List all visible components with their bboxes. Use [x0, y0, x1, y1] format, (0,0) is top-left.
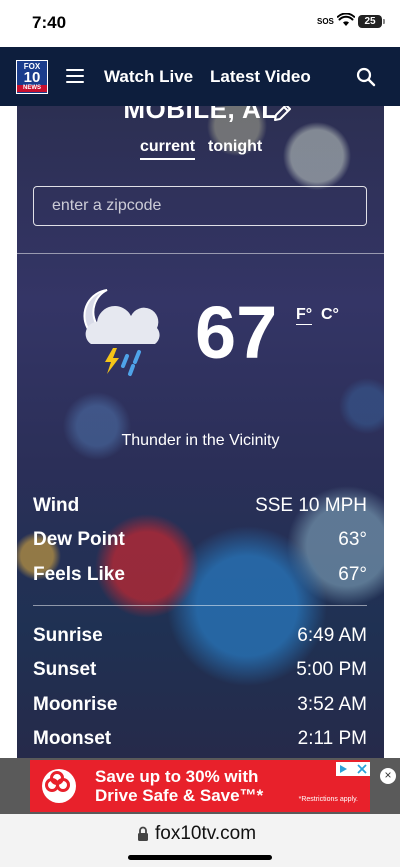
nav-watch-live[interactable]: Watch Live	[104, 67, 193, 87]
row-value: 5:00 PM	[296, 659, 367, 680]
row-label: Moonset	[33, 728, 112, 749]
row-value: 67°	[338, 564, 367, 585]
logo-news-text: NEWS	[17, 85, 47, 92]
insurance-logo-icon	[42, 769, 76, 803]
weather-panel: MOBILE, AL current tonight 67 F° C° Thun…	[17, 106, 384, 758]
row-label: Sunrise	[33, 625, 103, 646]
ad-headline: Save up to 30% with Drive Safe & Save™*	[95, 767, 263, 805]
unit-celsius[interactable]: C°	[321, 306, 339, 324]
sos-indicator: SOS	[317, 17, 334, 26]
astro-row-sunset: Sunset 5:00 PM	[33, 659, 367, 685]
pencil-icon[interactable]	[271, 106, 293, 124]
status-bar: 7:40 SOS 25	[0, 0, 400, 47]
astro-row-moonset: Moonset 2:11 PM	[33, 728, 367, 754]
row-label: Moonrise	[33, 694, 118, 715]
ad-line-1: Save up to 30% with	[95, 767, 259, 786]
adchoices-icon[interactable]	[336, 762, 370, 776]
row-value: 6:49 AM	[297, 625, 367, 646]
search-icon[interactable]	[356, 67, 376, 87]
row-value: 2:11 PM	[297, 728, 367, 749]
tab-current[interactable]: current	[140, 138, 196, 160]
browser-address-bar: fox10tv.com	[0, 814, 400, 867]
condition-row-dew-point: Dew Point 63°	[33, 529, 367, 555]
astro-row-sunrise: Sunrise 6:49 AM	[33, 625, 367, 651]
tab-tonight[interactable]: tonight	[208, 138, 262, 156]
status-time: 7:40	[32, 13, 67, 32]
row-value: 3:52 AM	[297, 694, 367, 715]
row-label: Dew Point	[33, 529, 125, 550]
nav-latest-video[interactable]: Latest Video	[210, 67, 311, 87]
unit-fahrenheit[interactable]: F°	[296, 306, 313, 325]
row-value: SSE 10 MPH	[255, 495, 367, 516]
row-label: Sunset	[33, 659, 97, 680]
ad-bar: Save up to 30% with Drive Safe & Save™* …	[0, 758, 400, 814]
divider	[33, 605, 367, 606]
home-indicator	[128, 855, 272, 860]
logo-number: 10	[23, 69, 41, 86]
ad-disclaimer: *Restrictions apply.	[298, 796, 358, 803]
current-temperature: 67	[195, 291, 278, 374]
condition-text: Thunder in the Vicinity	[121, 432, 280, 449]
battery-icon: 25	[358, 15, 385, 28]
location-title: MOBILE, AL	[123, 106, 278, 124]
condition-row-feels-like: Feels Like 67°	[33, 564, 367, 590]
lock-icon	[138, 826, 148, 841]
zipcode-input[interactable]	[33, 186, 367, 226]
row-value: 63°	[338, 529, 367, 550]
close-icon[interactable]: ×	[380, 768, 396, 784]
condition-row-wind: Wind SSE 10 MPH	[33, 495, 367, 521]
fox10-logo[interactable]: FOX 10 NEWS	[16, 60, 48, 94]
astro-row-moonrise: Moonrise 3:52 AM	[33, 694, 367, 720]
row-label: Wind	[33, 495, 80, 516]
state-farm-ad[interactable]: Save up to 30% with Drive Safe & Save™* …	[30, 760, 370, 812]
wifi-icon	[337, 13, 355, 26]
menu-icon[interactable]	[66, 69, 84, 83]
row-label: Feels Like	[33, 564, 125, 585]
divider	[17, 253, 384, 254]
url-text[interactable]: fox10tv.com	[155, 823, 256, 845]
thunderstorm-night-icon	[83, 289, 160, 376]
ad-line-2: Drive Safe & Save™*	[95, 786, 264, 805]
site-header: FOX 10 NEWS Watch Live Latest Video	[0, 47, 400, 106]
